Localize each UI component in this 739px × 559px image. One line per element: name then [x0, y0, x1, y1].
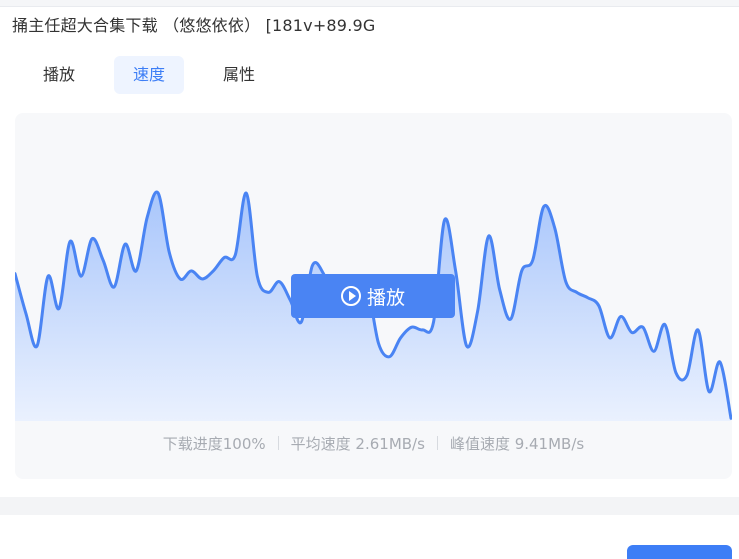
speed-chart — [15, 190, 732, 421]
speed-panel: 播放 下载进度100% 平均速度 2.61MB/s 峰值速度 9.41MB/s — [15, 113, 732, 479]
play-circle-icon — [340, 286, 361, 306]
tab-properties[interactable]: 属性 — [204, 56, 274, 94]
detail-tabs: 播放 速度 属性 — [24, 56, 274, 94]
tab-speed[interactable]: 速度 — [114, 56, 184, 94]
section-divider — [0, 497, 739, 515]
divider — [436, 436, 438, 450]
play-button[interactable]: 播放 — [291, 274, 455, 318]
play-button-label: 播放 — [366, 286, 405, 309]
divider — [277, 436, 279, 450]
progress-text: 下载进度100% — [162, 435, 266, 453]
action-button[interactable] — [627, 545, 732, 559]
peak-speed-text: 峰值速度 9.41MB/s — [449, 435, 585, 453]
avg-speed-text: 平均速度 2.61MB/s — [290, 435, 425, 453]
tab-play[interactable]: 播放 — [24, 56, 94, 94]
task-title: 捅主任超大合集下载 （悠悠依依） [181v+89.9G — [12, 16, 376, 35]
top-divider — [0, 0, 739, 7]
stats-bar: 下载进度100% 平均速度 2.61MB/s 峰值速度 9.41MB/s — [15, 433, 732, 454]
